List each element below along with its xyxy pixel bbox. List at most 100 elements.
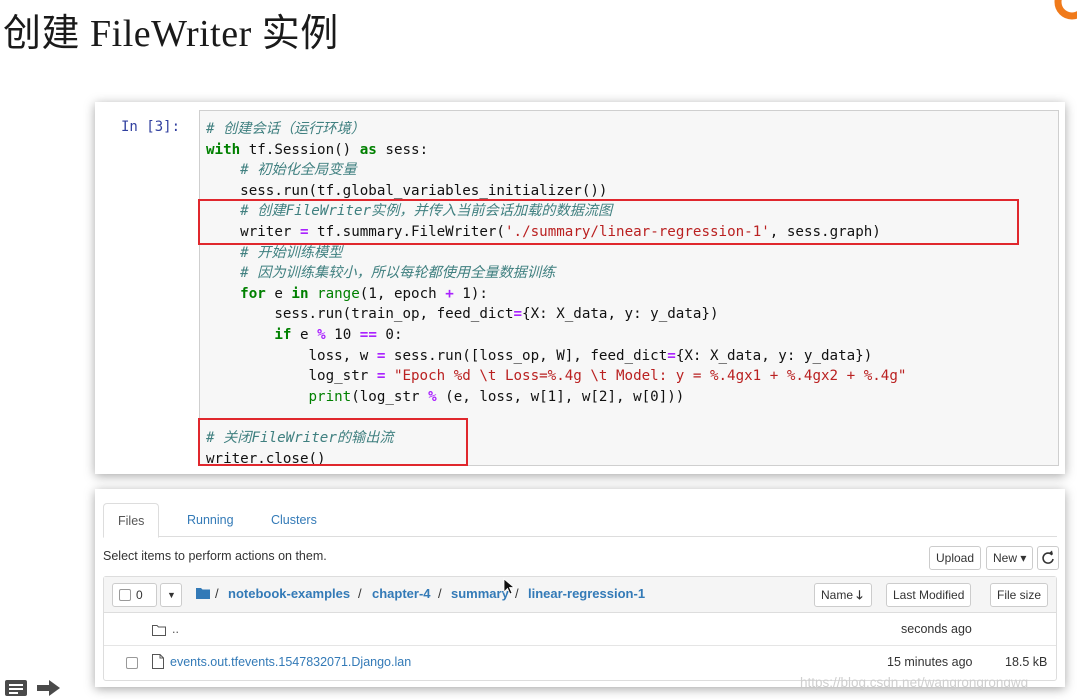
tab-running[interactable]: Running (173, 503, 248, 537)
code-token: 1): (453, 285, 488, 302)
code-line: # 因为训练集较小，所以每轮都使用全量数据训练 (206, 265, 555, 281)
highlight-box-filewriter (198, 199, 1019, 245)
code-token: log_str (206, 368, 377, 385)
code-token: # 因为训练集较小，所以每轮都使用全量数据训练 (240, 265, 556, 282)
sort-size-button[interactable]: File size (990, 583, 1049, 607)
file-modified: 15 minutes ago (887, 655, 973, 669)
arrow-down-icon: 🡓 (856, 588, 863, 602)
sort-modified-button[interactable]: Last Modified (886, 583, 972, 607)
code-line: log_str = "Epoch %d \t Loss=%.4g \t Mode… (206, 368, 906, 384)
code-token: tf.Session() (240, 141, 360, 158)
code-line: # 开始训练模型 (206, 245, 342, 261)
select-all-checkbox[interactable] (119, 589, 131, 601)
folder-outline-icon (152, 625, 166, 636)
selected-count: 0 (136, 588, 143, 602)
cell-prompt: In [3]: (121, 119, 181, 135)
select-all-control[interactable]: 0 (112, 583, 157, 607)
file-link[interactable]: events.out.tfevents.1547832071.Django.la… (170, 655, 411, 669)
code-line: loss, w = sess.run([loss_op, W], feed_di… (206, 348, 872, 364)
code-token: # 初始化全局变量 (240, 162, 357, 179)
code-token: = (513, 306, 523, 323)
code-line: with tf.Session() as sess: (206, 142, 428, 158)
code-token: % (317, 326, 326, 343)
select-dropdown-button[interactable]: ▼ (160, 583, 182, 607)
highlight-box-close (198, 418, 468, 466)
code-token: {X: X_data, y: y_data}) (675, 347, 873, 364)
tab-bar: Files Running Clusters (103, 503, 1057, 538)
code-token: % (428, 388, 437, 405)
code-token: + (445, 285, 454, 302)
code-token: print (308, 388, 352, 405)
upload-button[interactable]: Upload (929, 546, 982, 570)
code-token: if (274, 326, 292, 343)
file-browser: Files Running Clusters Select items to p… (95, 489, 1065, 687)
file-size: 18.5 kB (1005, 655, 1048, 669)
code-text: # 创建会话（运行环境） with tf.Session() as sess: … (206, 119, 906, 469)
code-token: 10 (325, 326, 360, 343)
file-icon (152, 654, 164, 669)
code-token: range (317, 285, 360, 302)
logo-icon (1054, 0, 1077, 20)
file-checkbox[interactable] (126, 657, 138, 669)
code-line: # 创建会话（运行环境） (206, 121, 365, 137)
parent-dir-link[interactable]: .. (172, 622, 179, 636)
slide-title: 创建 FileWriter 实例 (3, 13, 339, 55)
code-token: e (265, 285, 292, 302)
code-token: e (291, 326, 318, 343)
file-list: 0 ▼ / notebook-examples / chapter-4 / su… (103, 576, 1057, 681)
sort-name-label: Name (821, 588, 854, 602)
code-token: loss, w (206, 347, 377, 364)
breadcrumb-notebook-examples[interactable]: notebook-examples (228, 586, 350, 601)
tab-files[interactable]: Files (103, 503, 160, 538)
code-token: sess: (376, 141, 429, 158)
selection-hint: Select items to perform actions on them. (103, 549, 327, 563)
list-item-parent-dir[interactable]: .. seconds ago (104, 613, 1056, 646)
code-token: as (359, 141, 377, 158)
breadcrumb-summary[interactable]: summary (451, 586, 509, 601)
list-header: 0 ▼ / notebook-examples / chapter-4 / su… (104, 577, 1056, 613)
mouse-cursor-icon (503, 578, 515, 595)
code-line: print(log_str % (e, loss, w[1], w[2], w[… (206, 388, 685, 405)
folder-icon[interactable] (196, 587, 210, 599)
code-cell[interactable]: In [3]: # 创建会话（运行环境） with tf.Session() a… (95, 102, 1065, 474)
sort-name-button[interactable]: Name 🡓 (814, 583, 872, 607)
breadcrumb-chapter-4[interactable]: chapter-4 (372, 586, 431, 601)
code-token: (e, loss, w[1], w[2], w[0])) (436, 388, 685, 405)
code-line: # 初始化全局变量 (206, 162, 357, 179)
code-line: if e % 10 == 0: (206, 326, 403, 343)
code-token: "Epoch %d \t Loss=%.4g \t Model: y = %.4… (393, 368, 907, 385)
code-line: sess.run(train_op, feed_dict={X: X_data,… (206, 306, 719, 323)
code-token: # 创建会话（运行环境） (206, 121, 365, 137)
refresh-button[interactable] (1037, 546, 1059, 570)
code-token: 0: (376, 326, 403, 343)
code-token: {X: X_data, y: y_data}) (522, 306, 719, 323)
next-arrow-icon (37, 680, 60, 696)
code-token: == (359, 326, 377, 343)
breadcrumb-linear-regression-1[interactable]: linear-regression-1 (528, 586, 645, 601)
parent-dir-modified: seconds ago (901, 622, 972, 636)
code-token: for (240, 285, 266, 302)
code-line: sess.run(tf.global_variables_initializer… (206, 183, 607, 199)
code-token: in (291, 285, 309, 302)
notes-icon (5, 680, 27, 696)
code-editor[interactable]: # 创建会话（运行环境） with tf.Session() as sess: … (198, 110, 1059, 469)
code-token: with (206, 141, 241, 158)
code-token: # 开始训练模型 (240, 244, 343, 261)
code-token: (log_str (351, 388, 429, 405)
refresh-icon (1042, 550, 1054, 564)
code-token: = (667, 347, 676, 364)
caret-down-icon: ▼ (167, 590, 176, 600)
slide-nav-controls[interactable] (5, 678, 65, 698)
code-line: for e in range(1, epoch + 1): (206, 286, 488, 302)
tab-clusters[interactable]: Clusters (257, 503, 331, 537)
new-button[interactable]: New ▾ (986, 546, 1034, 570)
code-token: sess.run(tf.global_variables_initializer… (206, 182, 608, 199)
